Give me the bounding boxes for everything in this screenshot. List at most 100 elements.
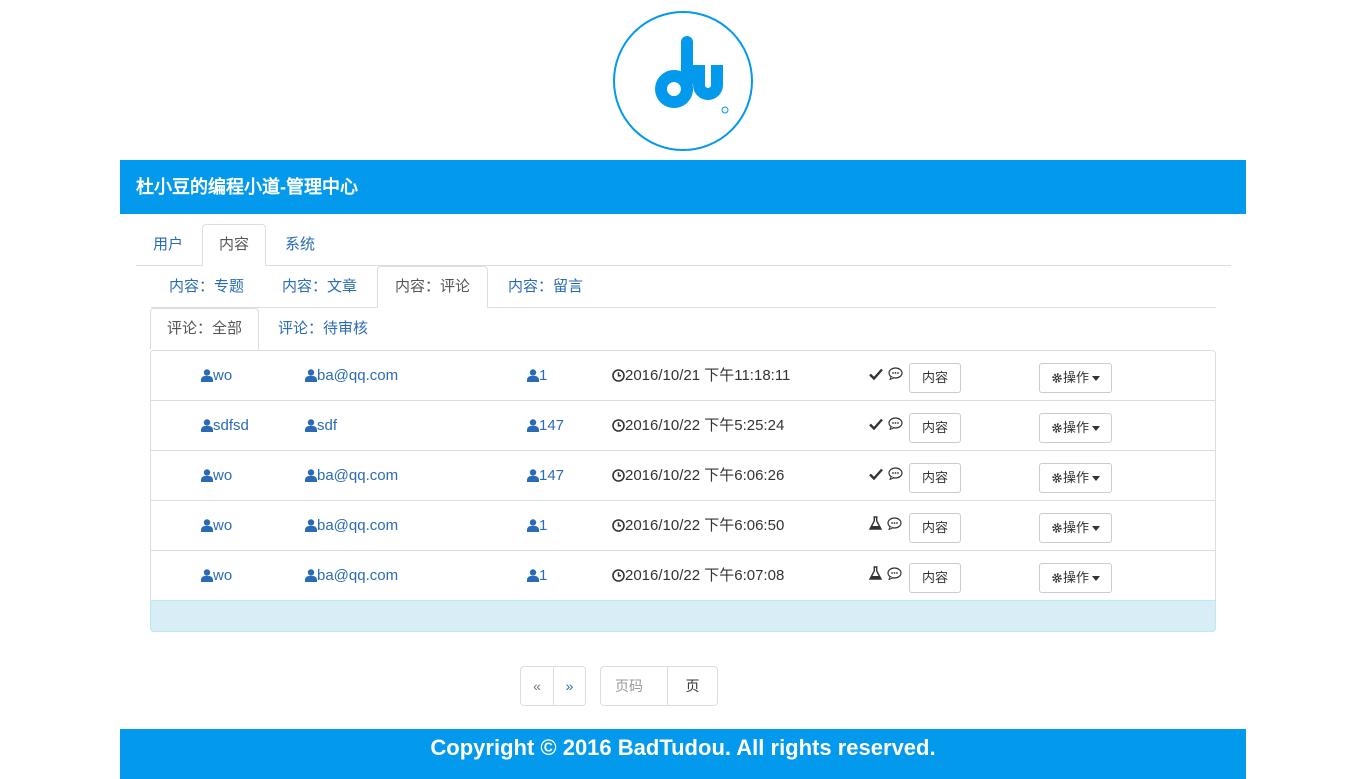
comment-time: 2016/10/22 下午6:07:08	[612, 551, 784, 601]
comment-author-name: wo	[213, 467, 233, 484]
comment-content-cell: 内容	[909, 463, 962, 493]
clock-icon	[612, 417, 625, 434]
comment-author-name: wo	[213, 567, 233, 584]
tab-content-articles[interactable]: 内容：文章	[264, 266, 375, 308]
gear-icon	[1051, 520, 1063, 535]
user-icon	[305, 467, 317, 484]
user-icon	[527, 417, 539, 434]
next-page-button[interactable]: »	[554, 666, 586, 706]
actions-dropdown-button[interactable]: 操作	[1039, 413, 1113, 443]
actions-label: 操作	[1063, 420, 1090, 435]
comment-target-id[interactable]: 1	[527, 351, 547, 401]
actions-label: 操作	[1063, 570, 1090, 585]
comment-actions-cell: 操作	[1039, 413, 1113, 443]
comment-author[interactable]: sdfsd	[201, 401, 249, 451]
comments-table: wo ba@qq.com 1 2016/10/21 下午11:18:11 内容 操作 sdf…	[150, 350, 1216, 601]
comment-email[interactable]: ba@qq.com	[305, 501, 398, 551]
admin-title: 杜小豆的编程小道-管理中心	[136, 177, 358, 197]
user-icon	[201, 517, 213, 534]
gear-icon	[1051, 470, 1063, 485]
comment-target-id-text: 147	[539, 417, 565, 434]
pagination: « » 页码 页	[520, 666, 718, 706]
view-content-button[interactable]: 内容	[909, 463, 962, 493]
comment-status	[868, 501, 902, 551]
comment-email-text: sdf	[317, 417, 338, 434]
comment-target-id-text: 147	[539, 467, 565, 484]
comment-actions-cell: 操作	[1039, 463, 1113, 493]
comment-status	[869, 351, 903, 401]
comment-author[interactable]: wo	[201, 351, 232, 401]
comment-actions-cell: 操作	[1039, 563, 1113, 593]
comment-email[interactable]: ba@qq.com	[305, 451, 398, 501]
user-icon	[305, 567, 317, 584]
comment-email[interactable]: ba@qq.com	[305, 551, 398, 601]
table-info-bar	[150, 600, 1216, 632]
user-icon	[201, 467, 213, 484]
comment-email[interactable]: ba@qq.com	[305, 351, 398, 401]
tab-system[interactable]: 系统	[268, 224, 332, 266]
comment-author-name: wo	[213, 517, 233, 534]
comment-status	[869, 401, 903, 451]
view-content-button[interactable]: 内容	[909, 513, 962, 543]
comment-tabs: 评论：全部 评论：待审核	[150, 308, 1216, 350]
comment-author[interactable]: wo	[201, 451, 232, 501]
user-icon	[305, 417, 317, 434]
comment-target-id[interactable]: 147	[527, 451, 564, 501]
clock-icon	[612, 367, 625, 384]
comment-author[interactable]: wo	[201, 501, 232, 551]
caret-down-icon	[1089, 470, 1101, 485]
comment-email-text: ba@qq.com	[317, 567, 399, 584]
view-content-button[interactable]: 内容	[909, 563, 962, 593]
view-content-button[interactable]: 内容	[909, 413, 962, 443]
comment-time-text: 2016/10/21 下午11:18:11	[625, 367, 791, 384]
check-icon	[869, 451, 883, 501]
comment-bubble-icon	[888, 351, 903, 401]
actions-label: 操作	[1063, 370, 1090, 385]
tab-comments-all[interactable]: 评论：全部	[150, 308, 260, 350]
tab-content-topics[interactable]: 内容：专题	[151, 266, 262, 308]
comment-content-cell: 内容	[909, 413, 962, 443]
actions-dropdown-button[interactable]: 操作	[1039, 563, 1113, 593]
tab-users[interactable]: 用户	[136, 224, 200, 266]
actions-label: 操作	[1063, 520, 1090, 535]
actions-dropdown-button[interactable]: 操作	[1039, 463, 1113, 493]
comment-email[interactable]: sdf	[305, 401, 337, 451]
comment-bubble-icon	[888, 451, 903, 501]
go-page-button[interactable]: 页	[668, 666, 718, 706]
comment-target-id[interactable]: 1	[527, 551, 547, 601]
comment-time-text: 2016/10/22 下午6:07:08	[625, 567, 785, 584]
caret-down-icon	[1089, 420, 1101, 435]
comment-email-text: ba@qq.com	[317, 367, 399, 384]
prev-page-button[interactable]: «	[520, 666, 554, 706]
caret-down-icon	[1089, 570, 1101, 585]
comment-author[interactable]: wo	[201, 551, 232, 601]
comment-row: wo ba@qq.com 1 2016/10/22 下午6:06:50 内容 操作	[151, 501, 1215, 551]
comment-author-name: sdfsd	[213, 417, 249, 434]
page-number-input[interactable]: 页码	[600, 666, 668, 706]
comment-time: 2016/10/22 下午6:06:50	[612, 501, 784, 551]
clock-icon	[612, 467, 625, 484]
comment-target-id[interactable]: 1	[527, 501, 547, 551]
comment-time: 2016/10/21 下午11:18:11	[612, 351, 790, 401]
comment-target-id[interactable]: 147	[527, 401, 564, 451]
comment-bubble-icon	[887, 501, 902, 551]
comment-content-cell: 内容	[909, 513, 962, 543]
comment-actions-cell: 操作	[1039, 363, 1113, 393]
comment-time-text: 2016/10/22 下午5:25:24	[625, 417, 785, 434]
tab-content-messages[interactable]: 内容：留言	[490, 266, 601, 308]
comment-bubble-icon	[888, 401, 903, 451]
tab-content-comments[interactable]: 内容：评论	[377, 266, 489, 308]
comment-time: 2016/10/22 下午5:25:24	[612, 401, 784, 451]
tab-comments-pending[interactable]: 评论：待审核	[261, 308, 385, 350]
comment-row: wo ba@qq.com 1 2016/10/21 下午11:18:11 内容 操作	[151, 351, 1215, 401]
user-icon	[527, 567, 539, 584]
comment-row: wo ba@qq.com 147 2016/10/22 下午6:06:26 内容 操作	[151, 451, 1215, 501]
caret-down-icon	[1089, 370, 1101, 385]
content-tabs: 内容：专题 内容：文章 内容：评论 内容：留言	[151, 266, 1216, 308]
comment-status	[868, 551, 902, 601]
view-content-button[interactable]: 内容	[909, 363, 962, 393]
tab-content[interactable]: 内容	[202, 224, 267, 266]
actions-dropdown-button[interactable]: 操作	[1039, 513, 1113, 543]
user-icon	[527, 467, 539, 484]
actions-dropdown-button[interactable]: 操作	[1039, 363, 1113, 393]
